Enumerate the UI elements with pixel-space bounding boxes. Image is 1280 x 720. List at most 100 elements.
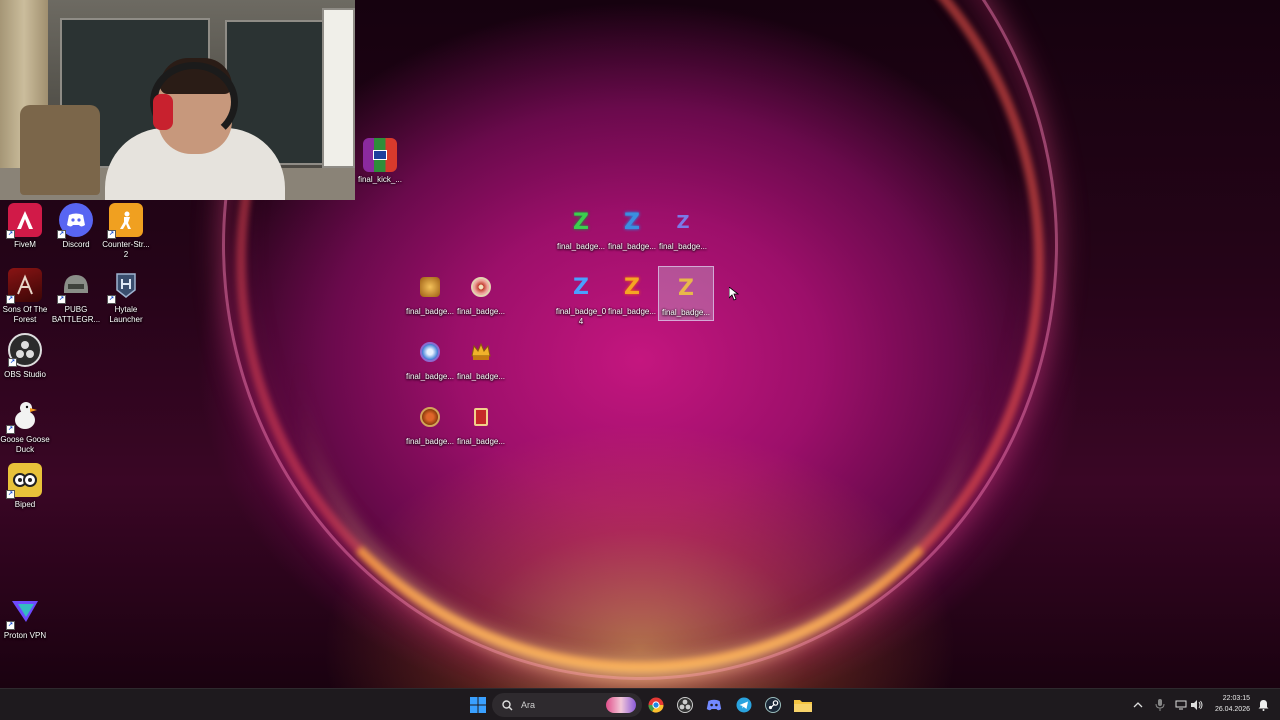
wheel-badge-icon — [464, 270, 498, 304]
start-button[interactable] — [467, 694, 489, 716]
badge-label: final_badge... — [658, 242, 708, 251]
badge-label: final_badge... — [405, 307, 455, 316]
proton-vpn-label: Proton VPN — [3, 631, 47, 640]
counter-strike-shortcut[interactable]: ↗ Counter-Str... 2 — [101, 203, 151, 260]
discord-label: Discord — [62, 240, 90, 249]
treasure-badge-icon — [413, 270, 447, 304]
badge-file[interactable]: final_badge... — [453, 270, 509, 317]
winrar-icon — [363, 138, 397, 172]
telegram-icon — [736, 697, 752, 713]
z-badge-orange-icon: Z — [624, 274, 640, 300]
biped-icon: ↗ — [6, 463, 42, 499]
pubg-shortcut[interactable]: ↗ PUBG BATTLEGR... — [51, 268, 101, 325]
card-badge-icon — [464, 400, 498, 434]
steam-icon — [765, 697, 781, 713]
proton-vpn-shortcut[interactable]: ↗ Proton VPN — [0, 594, 50, 641]
hytale-shortcut[interactable]: ↗ Hytale Launcher — [101, 268, 151, 325]
badge-label: final_badge... — [405, 437, 455, 446]
discord-shortcut[interactable]: ↗ Discord — [51, 203, 101, 250]
coin-badge-icon — [413, 400, 447, 434]
badge-file[interactable]: final_badge... — [402, 400, 458, 447]
search-placeholder: Ara — [521, 700, 536, 710]
file-explorer-icon — [794, 700, 812, 712]
taskbar: Ara 22:03:15 26.04.2026 — [0, 688, 1280, 720]
badge-label: final_badge... — [556, 242, 606, 251]
ball-badge-icon — [413, 335, 447, 369]
proton-vpn-icon: ↗ — [6, 594, 42, 630]
sons-of-the-forest-shortcut[interactable]: ↗ Sons Of The Forest — [0, 268, 50, 325]
pubg-helmet-icon: ↗ — [57, 268, 93, 304]
badge-file[interactable]: Z final_badge... — [655, 205, 711, 252]
hytale-label: Hytale Launcher — [109, 305, 143, 324]
desktop[interactable]: final_kick_... ↗ FiveM ↗ Discord ↗ Count… — [0, 0, 1280, 688]
clock-time[interactable]: 22:03:15 — [1200, 695, 1250, 702]
search-icon — [502, 699, 513, 710]
badge-file[interactable]: final_badge... — [402, 270, 458, 317]
badge-file[interactable]: Z final_badge... — [604, 205, 660, 252]
search-highlight-image — [606, 697, 636, 713]
chevron-up-icon — [1133, 702, 1143, 708]
clock-date[interactable]: 26.04.2026 — [1200, 706, 1250, 713]
microphone-button[interactable] — [1149, 694, 1171, 716]
chrome-button[interactable] — [645, 694, 667, 716]
badge-label: final_badge... — [456, 372, 506, 381]
z-badge-green-icon: Z — [573, 209, 589, 235]
discord-icon — [706, 699, 722, 711]
fivem-icon: ↗ — [6, 203, 42, 239]
steam-button[interactable] — [762, 694, 784, 716]
pubg-label: PUBG BATTLEGR... — [51, 305, 101, 324]
obs-taskbar-button[interactable] — [674, 694, 696, 716]
biped-shortcut[interactable]: ↗ Biped — [0, 463, 50, 510]
obs-studio-shortcut[interactable]: ↗ OBS Studio — [0, 333, 50, 380]
discord-icon: ↗ — [57, 203, 93, 239]
obs-icon — [677, 697, 693, 713]
webcam-overlay — [0, 0, 355, 200]
webcam-chair — [20, 105, 100, 195]
obs-icon: ↗ — [8, 333, 42, 367]
sons-of-the-forest-icon: ↗ — [6, 268, 42, 304]
wallpaper-glow — [236, 0, 1044, 672]
microphone-icon — [1155, 699, 1165, 711]
sons-of-the-forest-label: Sons Of The Forest — [2, 305, 48, 324]
z-badge-gold-icon: Z — [678, 275, 694, 301]
bell-icon — [1258, 700, 1268, 711]
badge-file-selected[interactable]: Z final_badge... — [658, 266, 714, 321]
goose-goose-duck-label: Goose Goose Duck — [0, 435, 50, 454]
file-explorer-button[interactable] — [792, 694, 814, 716]
show-hidden-icons-button[interactable] — [1127, 694, 1149, 716]
badge-label: final_badge... — [405, 372, 455, 381]
goose-goose-duck-shortcut[interactable]: ↗ Goose Goose Duck — [0, 398, 50, 455]
badge-label: final_badge_0 4 — [555, 307, 607, 326]
counter-strike-label: Counter-Str... 2 — [102, 240, 150, 259]
badge-label: final_badge... — [456, 307, 506, 316]
hytale-icon: ↗ — [107, 268, 143, 304]
badge-file[interactable]: final_badge... — [453, 400, 509, 447]
badge-file[interactable]: final_badge... — [402, 335, 458, 382]
obs-studio-label: OBS Studio — [4, 370, 46, 379]
archive-clasp — [373, 150, 387, 160]
badge-file[interactable]: Z final_badge... — [553, 205, 609, 252]
fivem-shortcut[interactable]: ↗ FiveM — [0, 203, 50, 250]
archive-label: final_kick_... — [357, 175, 403, 184]
z-badge-blue-icon: Z — [624, 209, 640, 235]
z-badge-purple-icon: Z — [676, 211, 690, 233]
badge-label: final_badge... — [456, 437, 506, 446]
z-badge-blue-icon: Z — [573, 274, 589, 300]
webcam-headset-ear — [153, 94, 173, 130]
goose-icon: ↗ — [6, 398, 42, 434]
discord-taskbar-button[interactable] — [703, 694, 725, 716]
badge-file[interactable]: Z final_badge... — [604, 270, 660, 317]
notifications-button[interactable] — [1252, 694, 1274, 716]
counter-strike-icon: ↗ — [107, 203, 143, 239]
badge-file[interactable]: Z final_badge_0 4 — [553, 270, 609, 327]
badge-label: final_badge... — [607, 307, 657, 316]
chrome-icon — [648, 697, 664, 713]
telegram-button[interactable] — [733, 694, 755, 716]
fivem-label: FiveM — [14, 240, 36, 249]
taskbar-search[interactable]: Ara — [492, 693, 642, 717]
badge-file[interactable]: final_badge... — [453, 335, 509, 382]
archive-file[interactable]: final_kick_... — [352, 138, 408, 185]
crown-badge-icon — [464, 335, 498, 369]
start-icon — [470, 697, 486, 713]
badge-label: final_badge... — [661, 308, 711, 317]
